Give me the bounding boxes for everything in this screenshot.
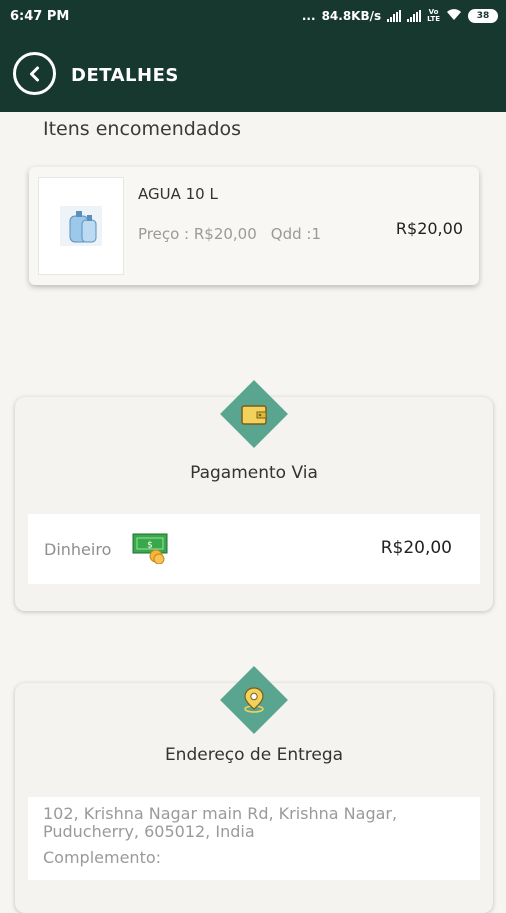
product-image — [38, 177, 124, 275]
payment-method-row[interactable]: Dinheiro $ R$20,00 — [28, 514, 480, 584]
delivery-address-card: Endereço de Entrega 102, Krishna Nagar m… — [15, 666, 493, 913]
svg-text:$: $ — [147, 541, 153, 551]
item-meta: Preço : R$20,00 Qdd :1 — [138, 225, 321, 243]
payment-title: Pagamento Via — [190, 463, 318, 483]
payment-card: Pagamento Via Dinheiro $ R$20,00 — [15, 380, 493, 611]
complement-label: Complemento: — [43, 848, 162, 867]
item-price: Preço : R$20,00 — [138, 225, 257, 243]
back-button[interactable] — [13, 52, 56, 95]
signal-icon — [407, 10, 422, 22]
status-indicators: ... 84.8KB/s Vo LTE 38 — [302, 8, 498, 24]
wifi-icon — [446, 8, 462, 24]
app-bar: DETALHES — [0, 34, 506, 112]
payment-method: Dinheiro — [44, 540, 112, 559]
notification-dots: ... — [301, 9, 316, 23]
location-pin-icon — [234, 680, 274, 720]
signal-icon — [387, 10, 402, 22]
address-box: 102, Krishna Nagar main Rd, Krishna Naga… — [28, 797, 480, 880]
payment-amount: R$20,00 — [380, 538, 452, 558]
delivery-title: Endereço de Entrega — [164, 745, 344, 765]
order-item-card[interactable]: AGUA 10 L Preço : R$20,00 Qdd :1 R$20,00 — [29, 167, 479, 285]
chevron-left-icon — [29, 66, 39, 81]
delivery-address: 102, Krishna Nagar main Rd, Krishna Naga… — [43, 804, 398, 841]
page-title: DETALHES — [71, 65, 179, 86]
item-total: R$20,00 — [395, 219, 463, 238]
water-bottle-icon — [60, 206, 102, 246]
battery-icon: 38 — [468, 9, 498, 23]
cash-icon: $ — [132, 532, 170, 568]
item-name: AGUA 10 L — [138, 185, 218, 203]
status-time: 6:47 PM — [10, 9, 70, 24]
ordered-items-title: Itens encomendados — [43, 118, 242, 140]
status-bar: 6:47 PM ... 84.8KB/s Vo LTE 38 — [0, 0, 506, 34]
network-speed: 84.8KB/s — [321, 9, 382, 23]
volte-icon: Vo LTE — [427, 8, 440, 23]
item-quantity: Qdd :1 — [270, 225, 321, 243]
wallet-icon — [234, 394, 274, 434]
